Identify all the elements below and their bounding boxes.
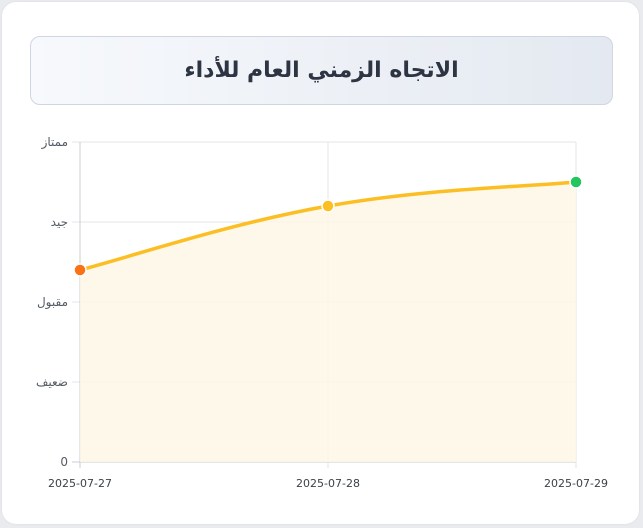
y-tick-label: ممتاز (41, 135, 68, 150)
data-point (73, 263, 87, 277)
x-tick-label: 2025-07-28 (296, 477, 360, 490)
y-tick-label: جيد (51, 215, 68, 229)
x-tick-label: 2025-07-29 (544, 477, 608, 490)
data-point (321, 199, 335, 213)
series-area (80, 182, 576, 462)
y-tick-label: مقبول (37, 295, 68, 310)
y-tick-label: ضعيف (36, 375, 68, 389)
x-tick-label: 2025-07-27 (48, 477, 112, 490)
line-chart: 0 ضعيف مقبول جيد ممتاز 2025-07-27 2025-07-28 20… (36, 135, 608, 490)
y-tick-label: 0 (60, 455, 68, 469)
data-point (569, 175, 583, 189)
